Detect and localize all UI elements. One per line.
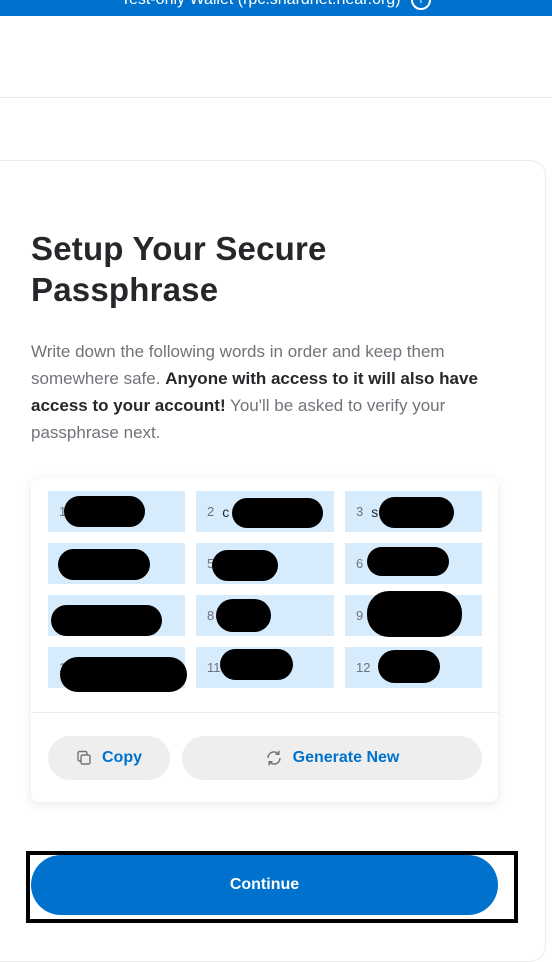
copy-button[interactable]: Copy — [48, 736, 170, 780]
top-navbar — [0, 16, 552, 98]
continue-button[interactable]: Continue — [31, 855, 498, 915]
word-cell-9: 9 — [345, 591, 482, 637]
redaction-mark — [367, 591, 462, 637]
test-wallet-banner: Test-only Wallet (rpc.shardnet.near.org)… — [0, 0, 552, 16]
redaction-mark — [64, 496, 145, 527]
passphrase-box: 1 2 c 3 s 4 5 6 7 — [31, 478, 498, 802]
word-number: 12 — [356, 660, 371, 675]
copy-icon — [77, 750, 91, 765]
word-cell-2: 2 c — [196, 491, 334, 532]
word-cell-5: 5 — [196, 543, 334, 584]
word-cell-12: 12 — [345, 647, 482, 688]
word-cell-6: 6 — [345, 543, 482, 584]
word-cell-10: 10 — [48, 647, 187, 692]
word-number: 6 — [356, 556, 364, 571]
redaction-mark — [220, 649, 293, 680]
word-cell-3: 3 s — [345, 491, 482, 532]
word-cell-7: 7 — [48, 595, 185, 636]
redaction-mark — [232, 498, 323, 528]
page-title: Setup Your Secure Passphrase — [31, 230, 327, 308]
redaction-mark — [212, 550, 278, 581]
redaction-mark — [58, 549, 150, 580]
generate-new-button[interactable]: Generate New — [182, 736, 482, 780]
word-number: 8 — [207, 608, 215, 623]
word-text: s — [371, 503, 379, 520]
redaction-mark — [378, 650, 440, 683]
generate-label: Generate New — [292, 749, 400, 766]
redaction-mark — [60, 657, 187, 692]
setup-description: Write down the following words in order … — [31, 338, 516, 446]
passphrase-grid: 1 2 c 3 s 4 5 6 7 — [48, 491, 482, 692]
redaction-mark — [216, 599, 271, 632]
banner-text: Test-only Wallet (rpc.shardnet.near.org) — [121, 0, 401, 8]
word-cell-4: 4 — [48, 543, 185, 584]
word-number: 3 — [356, 504, 364, 519]
info-icon[interactable]: i — [410, 0, 431, 10]
refresh-icon — [266, 750, 281, 766]
divider — [31, 712, 498, 713]
word-number: 9 — [356, 608, 364, 623]
word-cell-8: 8 — [196, 595, 334, 636]
word-cell-1: 1 — [48, 491, 185, 532]
word-number: 2 — [207, 504, 215, 519]
redaction-mark — [379, 497, 454, 528]
continue-label: Continue — [229, 876, 300, 893]
word-cell-11: 11 — [196, 647, 334, 688]
word-number: 11 — [207, 660, 221, 675]
word-text: c — [222, 503, 230, 520]
redaction-mark — [367, 547, 449, 576]
redaction-mark — [51, 605, 162, 636]
copy-label: Copy — [102, 749, 142, 766]
